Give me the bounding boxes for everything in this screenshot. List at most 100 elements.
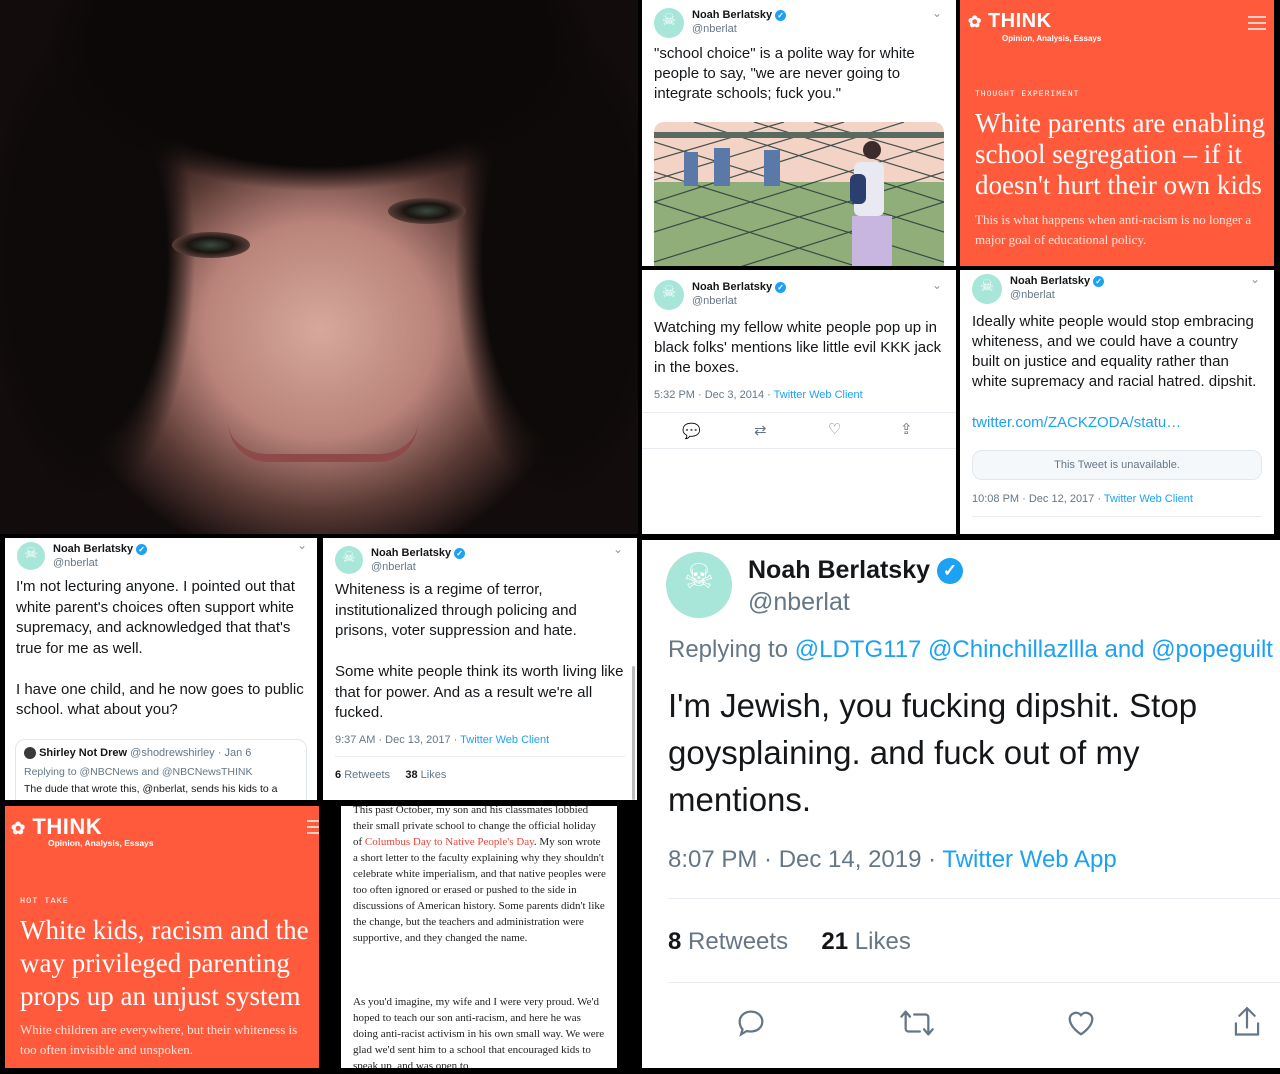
like-label[interactable]: Likes — [421, 769, 447, 781]
tweet-text: I'm Jewish, you fucking dipshit. Stop go… — [668, 687, 1198, 818]
think-logo[interactable]: ✿ THINK — [968, 10, 1052, 33]
tweet-time[interactable]: 8:07 PM · Dec 14, 2019 · — [668, 846, 942, 873]
chevron-down-icon[interactable]: ⌄ — [932, 6, 942, 20]
divider — [642, 412, 956, 413]
think-logo[interactable]: ✿ THINK — [11, 814, 102, 840]
author-name[interactable]: Noah Berlatsky — [1010, 275, 1090, 287]
think-article-card-1[interactable]: ✿ THINK Opinion, Analysis, Essays THOUGH… — [960, 0, 1274, 266]
tweet-client[interactable]: Twitter Web App — [942, 846, 1116, 873]
think-article-card-2[interactable]: ✿ THINK Opinion, Analysis, Essays HOT TA… — [5, 806, 319, 1068]
chevron-down-icon[interactable]: ⌄ — [1250, 272, 1260, 286]
tweet-link[interactable]: twitter.com/ZACKZODA/statu… — [972, 413, 1181, 433]
tweet-image[interactable] — [654, 122, 944, 266]
think-logo-text: THINK — [32, 814, 103, 839]
author-name[interactable]: Noah Berlatsky — [692, 281, 772, 293]
think-logo-text: THINK — [987, 10, 1052, 32]
verified-icon: ✓ — [454, 547, 466, 559]
tweet-header: Noah Berlatsky ✓ @nberlat — [17, 542, 148, 570]
divider — [335, 756, 625, 757]
avatar[interactable] — [17, 542, 45, 570]
author-handle[interactable]: @nberlat — [53, 556, 147, 570]
like-count[interactable]: 38 — [405, 769, 417, 781]
author-handle[interactable]: @nberlat — [371, 560, 465, 574]
article-paragraph-2: As you'd imagine, my wife and I were ver… — [353, 996, 605, 1068]
like-count[interactable]: 21 — [821, 928, 848, 955]
reply-icon[interactable] — [734, 1006, 768, 1040]
article-kicker[interactable]: THOUGHT EXPERIMENT — [975, 90, 1079, 99]
divider — [642, 448, 956, 449]
photo-eye-left — [172, 232, 250, 258]
tweet-text: "school choice" is a polite way for whit… — [654, 45, 915, 102]
reply-icon[interactable]: 💬 — [682, 422, 701, 440]
tweet-text: Ideally white people would stop embracin… — [972, 313, 1257, 390]
tweet-header: Noah Berlatsky ✓ @nberlat — [654, 8, 787, 38]
chevron-down-icon[interactable]: ⌄ — [932, 278, 942, 292]
verified-icon: ✓ — [136, 543, 148, 555]
retweet-icon[interactable] — [898, 1006, 936, 1040]
tweet-header: Noah Berlatsky ✓ @nberlat — [666, 552, 963, 618]
quoted-tweet-header: Shirley Not Drew @shodrewshirley · Jan 6 — [24, 747, 252, 760]
quoted-tweet[interactable]: Shirley Not Drew @shodrewshirley · Jan 6… — [15, 739, 307, 800]
author-handle[interactable]: @nberlat — [692, 22, 786, 36]
article-paragraph-1: This past October, my son and his classm… — [353, 806, 607, 946]
author-name[interactable]: Noah Berlatsky — [371, 547, 451, 559]
tweet-not-lecturing: Noah Berlatsky ✓ @nberlat ⌄ I'm not lect… — [5, 538, 317, 800]
tweet-client[interactable]: Twitter Web Client — [774, 389, 863, 401]
article-dek: This is what happens when anti-racism is… — [975, 212, 1252, 247]
article-text: . My son wrote a short letter to the fac… — [353, 836, 606, 944]
author-handle[interactable]: @nberlat — [748, 586, 963, 618]
quoted-replying-to: Replying to @NBCNews and @NBCNewsTHINK — [24, 766, 253, 778]
article-kicker[interactable]: HOT TAKE — [20, 896, 69, 906]
tweet-header: Noah Berlatsky ✓ @nberlat — [972, 274, 1105, 304]
photo-mouth — [228, 422, 418, 462]
avatar[interactable] — [666, 552, 732, 618]
tweet-stats: 8 Retweets 21 Likes — [668, 928, 911, 956]
tweet-time[interactable]: 10:08 PM · Dec 12, 2017 · — [972, 493, 1104, 505]
nbc-peacock-icon: ✿ — [11, 819, 26, 838]
photo-eye-right — [388, 198, 466, 224]
profile-photo — [0, 0, 638, 534]
chevron-down-icon[interactable]: ⌄ — [613, 542, 623, 556]
tweet-ideally: Noah Berlatsky ✓ @nberlat ⌄ Ideally whit… — [960, 270, 1274, 534]
article-link[interactable]: Columbus Day to Native People's Day — [365, 836, 534, 848]
replying-to-handles[interactable]: @LDTG117 @Chinchillazllla and @popeguilt — [795, 636, 1273, 663]
tweet-header: Noah Berlatsky ✓ @nberlat — [654, 280, 787, 310]
retweet-icon[interactable]: ⇄ — [754, 421, 767, 439]
quoted-author-handle: @shodrewshirley · Jan 6 — [130, 747, 252, 759]
retweet-count[interactable]: 6 — [335, 769, 341, 781]
retweet-label[interactable]: Retweets — [344, 769, 390, 781]
author-name[interactable]: Noah Berlatsky — [53, 543, 133, 555]
article-dek: White children are everywhere, but their… — [20, 1022, 298, 1057]
menu-icon[interactable] — [307, 820, 319, 834]
author-name[interactable]: Noah Berlatsky — [748, 556, 930, 584]
scrollbar[interactable] — [632, 666, 635, 800]
avatar[interactable] — [654, 8, 684, 38]
avatar[interactable] — [654, 280, 684, 310]
tweet-stats: 6 Retweets 38 Likes — [335, 769, 446, 781]
author-name[interactable]: Noah Berlatsky — [692, 9, 772, 21]
article-title[interactable]: White parents are enabling school segreg… — [975, 108, 1267, 201]
avatar[interactable] — [972, 274, 1002, 304]
tweet-client[interactable]: Twitter Web Client — [1104, 493, 1193, 505]
chevron-down-icon[interactable]: ⌄ — [297, 538, 307, 552]
tweet-jewish: Noah Berlatsky ✓ @nberlat Replying to @L… — [642, 540, 1280, 1068]
tweet-text: Watching my fellow white people pop up i… — [654, 319, 942, 376]
avatar[interactable] — [335, 546, 363, 574]
retweet-label[interactable]: Retweets — [688, 928, 788, 955]
think-subtitle: Opinion, Analysis, Essays — [48, 838, 154, 848]
tweet-time[interactable]: 9:37 AM · Dec 13, 2017 · — [335, 734, 460, 746]
article-title[interactable]: White kids, racism and the way privilege… — [20, 914, 316, 1013]
retweet-count[interactable]: 8 — [668, 928, 681, 955]
tweet-time[interactable]: 5:32 PM · Dec 3, 2014 · — [654, 389, 774, 401]
like-label[interactable]: Likes — [855, 928, 911, 955]
share-icon[interactable] — [1230, 1004, 1264, 1040]
author-handle[interactable]: @nberlat — [1010, 288, 1104, 302]
tweet-text: I'm not lecturing anyone. I pointed out … — [16, 578, 304, 718]
verified-icon: ✓ — [936, 558, 963, 585]
menu-icon[interactable] — [1248, 16, 1266, 30]
author-handle[interactable]: @nberlat — [692, 294, 786, 308]
tweet-client[interactable]: Twitter Web Client — [460, 734, 549, 746]
share-icon[interactable]: ⇪ — [900, 420, 913, 438]
like-icon[interactable] — [1064, 1006, 1098, 1040]
like-icon[interactable]: ♡ — [828, 420, 841, 438]
